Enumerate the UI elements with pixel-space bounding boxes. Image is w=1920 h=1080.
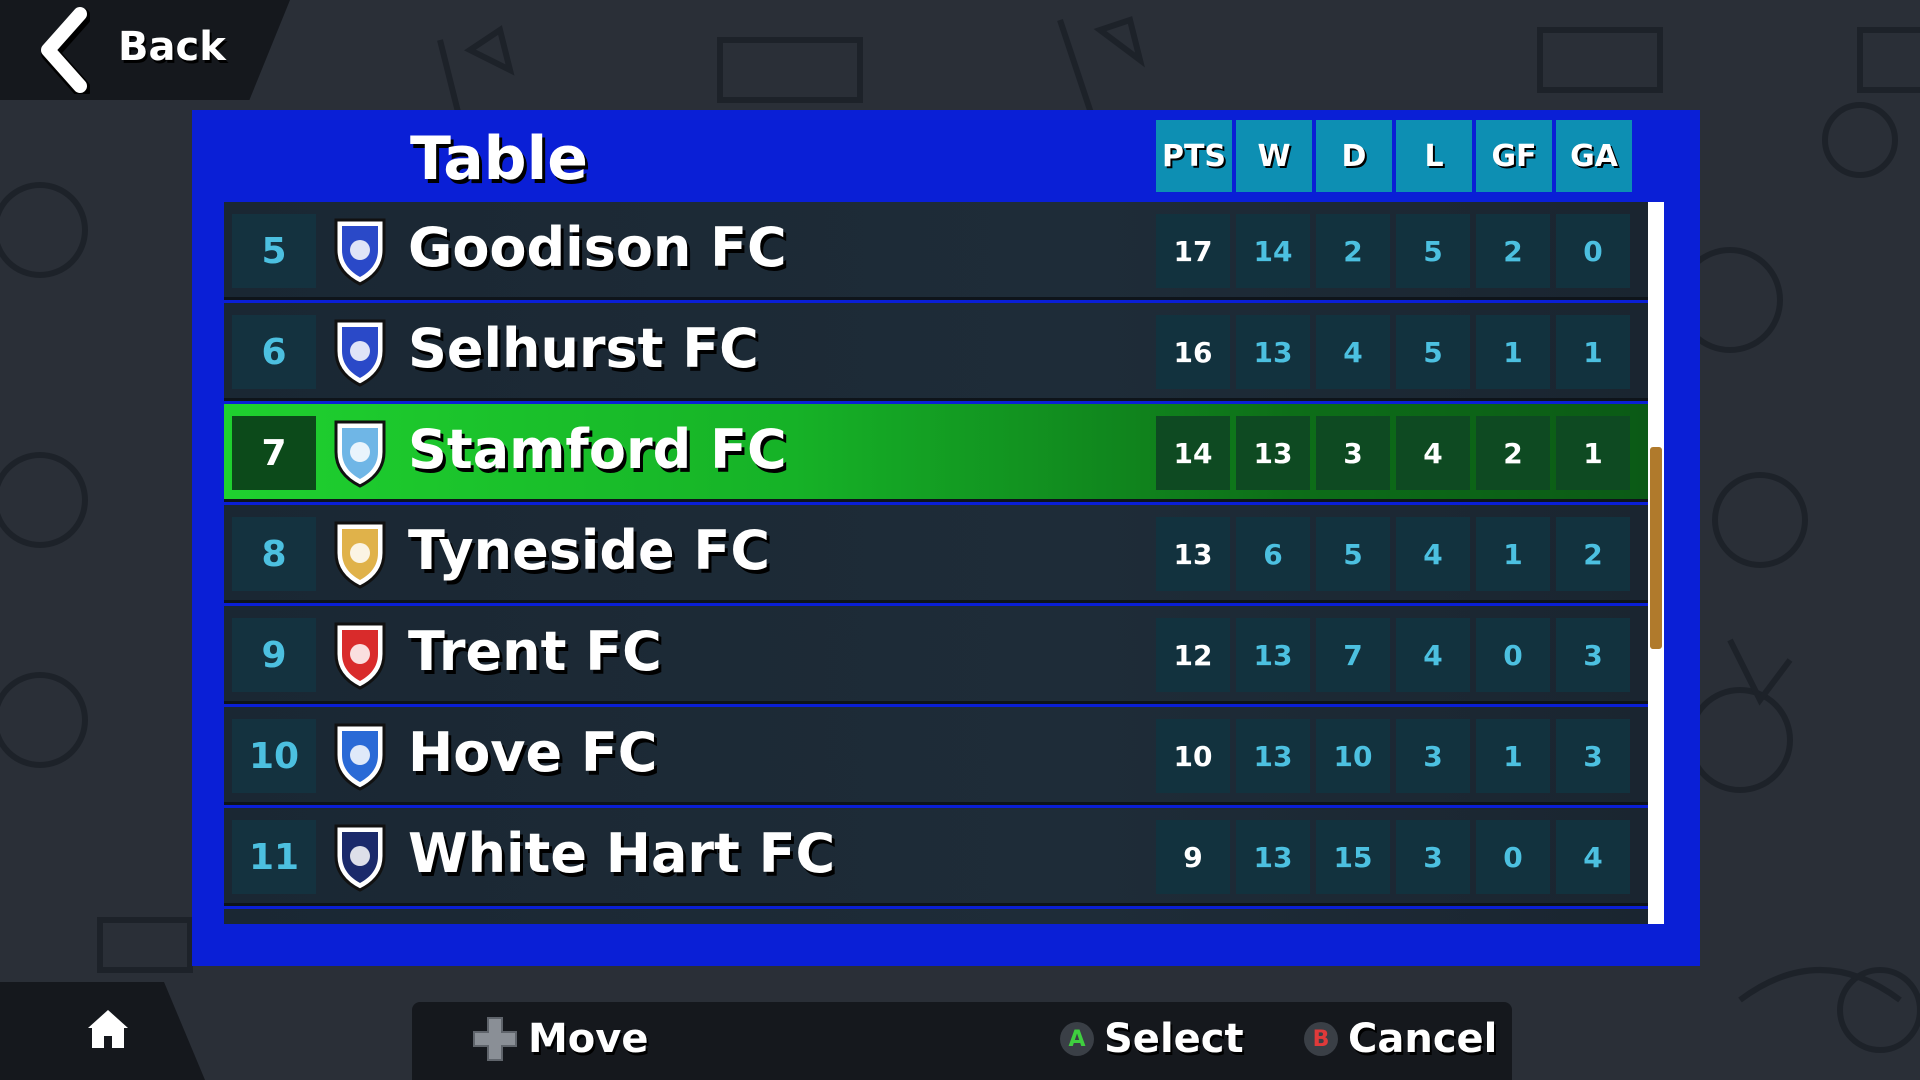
- stat-gf: 2: [1476, 416, 1550, 490]
- column-header-d: D: [1316, 120, 1392, 192]
- stat-pts: 17: [1156, 214, 1230, 288]
- table-rows: 5 Goodison FC 17 14 2 5 2 0 6 Selhurst FC 16 13 4 5 1 1…: [224, 202, 1648, 924]
- stat-d: 4: [1316, 315, 1390, 389]
- row-position: 10: [232, 719, 316, 793]
- chevron-left-icon: [41, 7, 90, 94]
- team-name: Stamford FC: [408, 418, 787, 481]
- stat-ga: 1: [1556, 315, 1630, 389]
- stat-pts: 12: [1156, 618, 1230, 692]
- stat-gf: 1: [1476, 315, 1550, 389]
- stat-l: 4: [1396, 416, 1470, 490]
- move-label: Move: [528, 1016, 649, 1062]
- stat-pts: 16: [1156, 315, 1230, 389]
- back-button[interactable]: Back: [0, 0, 290, 100]
- move-hint: Move: [472, 1016, 649, 1062]
- team-name: White Hart FC: [408, 822, 836, 885]
- cancel-label: Cancel: [1348, 1016, 1498, 1062]
- table-title: Table: [410, 124, 588, 194]
- row-position: 9: [232, 618, 316, 692]
- stat-d: 3: [1316, 416, 1390, 490]
- table-row[interactable]: 9 Trent FC 12 13 7 4 0 3: [224, 606, 1648, 704]
- lion-crest-icon: [334, 420, 386, 488]
- stat-ga: 4: [1556, 820, 1630, 894]
- stat-gf: 0: [1476, 820, 1550, 894]
- stat-l: 3: [1396, 820, 1470, 894]
- stat-gf: 2: [1476, 214, 1550, 288]
- team-name: Selhurst FC: [408, 317, 759, 380]
- stat-w: 14: [1236, 214, 1310, 288]
- row-position: 7: [232, 416, 316, 490]
- stat-ga: 3: [1556, 719, 1630, 793]
- select-hint[interactable]: A Select: [1060, 1016, 1244, 1062]
- stat-w: 13: [1236, 719, 1310, 793]
- team-name: Hove FC: [408, 721, 658, 784]
- team-name: Trent FC: [408, 620, 662, 683]
- stat-w: 13: [1236, 820, 1310, 894]
- eagle-crest-icon: [334, 319, 386, 387]
- scrollbar[interactable]: [1648, 202, 1664, 924]
- stat-l: 3: [1396, 719, 1470, 793]
- stat-l: 4: [1396, 517, 1470, 591]
- stat-pts: 9: [1156, 820, 1230, 894]
- row-position: 11: [232, 820, 316, 894]
- table-row[interactable]: 11 White Hart FC 9 13 15 3 0 4: [224, 808, 1648, 906]
- row-position: 8: [232, 517, 316, 591]
- dpad-icon: [473, 1017, 517, 1061]
- cockerel-crest-icon: [334, 824, 386, 892]
- stat-d: 2: [1316, 214, 1390, 288]
- column-header-gf: GF: [1476, 120, 1552, 192]
- column-header-w: W: [1236, 120, 1312, 192]
- a-button-icon: A: [1060, 1022, 1094, 1056]
- stat-pts: 13: [1156, 517, 1230, 591]
- stat-pts: 10: [1156, 719, 1230, 793]
- stat-d: 15: [1316, 820, 1390, 894]
- castle-crest-icon: [334, 218, 386, 286]
- cancel-hint[interactable]: B Cancel: [1304, 1016, 1497, 1062]
- controls-hint-bar: Move A Select B Cancel: [412, 1002, 1512, 1080]
- stat-d: 7: [1316, 618, 1390, 692]
- stat-gf: 1: [1476, 517, 1550, 591]
- column-header-pts: PTS: [1156, 120, 1232, 192]
- table-row-partial: [224, 909, 1648, 924]
- stat-l: 5: [1396, 315, 1470, 389]
- b-button-icon: B: [1304, 1022, 1338, 1056]
- home-icon: [88, 1010, 128, 1048]
- back-label: Back: [118, 24, 226, 70]
- row-position: 5: [232, 214, 316, 288]
- stat-l: 5: [1396, 214, 1470, 288]
- stat-l: 4: [1396, 618, 1470, 692]
- table-row[interactable]: 8 Tyneside FC 13 6 5 4 1 2: [224, 505, 1648, 603]
- stat-ga: 0: [1556, 214, 1630, 288]
- tree-crest-icon: [334, 622, 386, 690]
- stat-ga: 1: [1556, 416, 1630, 490]
- table-row[interactable]: 5 Goodison FC 17 14 2 5 2 0: [224, 202, 1648, 300]
- table-row[interactable]: 10 Hove FC 10 13 10 3 1 3: [224, 707, 1648, 805]
- table-row[interactable]: 6 Selhurst FC 16 13 4 5 1 1: [224, 303, 1648, 401]
- table-header: Table PTS W D L GF GA: [192, 110, 1700, 202]
- stat-w: 6: [1236, 517, 1310, 591]
- select-label: Select: [1104, 1016, 1244, 1062]
- team-name: Goodison FC: [408, 216, 787, 279]
- column-header-l: L: [1396, 120, 1472, 192]
- scrollbar-thumb[interactable]: [1650, 447, 1662, 649]
- seagull-crest-icon: [334, 723, 386, 791]
- team-name: Tyneside FC: [408, 519, 770, 582]
- stat-d: 10: [1316, 719, 1390, 793]
- stat-w: 13: [1236, 416, 1310, 490]
- stat-d: 5: [1316, 517, 1390, 591]
- league-table-panel: Table PTS W D L GF GA 5 Goodison FC 17 14 2 5…: [192, 110, 1700, 966]
- stat-ga: 2: [1556, 517, 1630, 591]
- stat-pts: 14: [1156, 416, 1230, 490]
- stat-ga: 3: [1556, 618, 1630, 692]
- table-row[interactable]: 7 Stamford FC 14 13 3 4 2 1: [224, 404, 1648, 502]
- seahorse-crest-icon: [334, 521, 386, 589]
- column-header-ga: GA: [1556, 120, 1632, 192]
- stat-w: 13: [1236, 315, 1310, 389]
- row-position: 6: [232, 315, 316, 389]
- stat-w: 13: [1236, 618, 1310, 692]
- stat-gf: 0: [1476, 618, 1550, 692]
- stat-gf: 1: [1476, 719, 1550, 793]
